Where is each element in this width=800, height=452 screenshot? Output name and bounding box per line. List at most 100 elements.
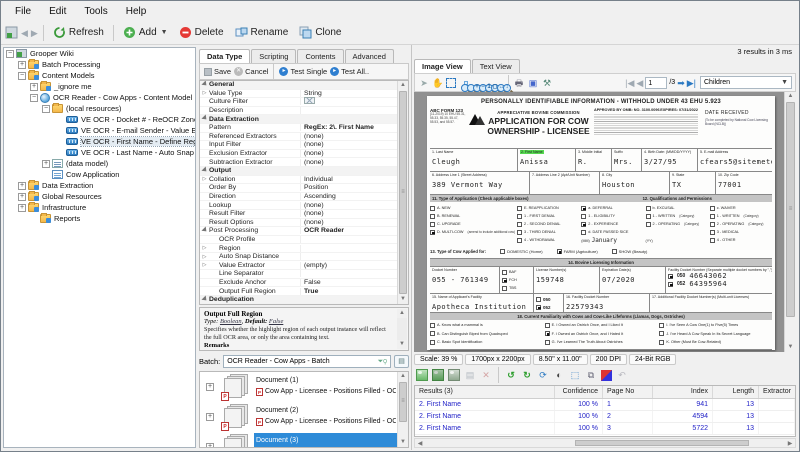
expand-icon[interactable]: + [30,83,38,91]
prop-line-separator[interactable]: Line Separator [200,270,408,279]
refresh-image-icon[interactable]: ⟳ [537,369,549,381]
viewer-scrollbar[interactable]: ▲ ▼ [784,92,796,352]
col-length[interactable]: Length [713,386,759,398]
refresh-button[interactable]: Refresh [49,24,108,41]
save-image-icon[interactable]: ▣ [527,77,539,89]
tree-item-infrastructure[interactable]: +Infrastructure [4,202,195,213]
image-marker-icon[interactable] [448,369,460,381]
expand-icon[interactable]: + [206,383,214,391]
tree-item-reports[interactable]: Reports [4,213,195,224]
first-page-icon[interactable]: |◀ [625,77,634,89]
image-export-icon[interactable] [416,369,428,381]
col-results[interactable]: Results (3) [415,386,555,398]
prop-auto-snap-distance[interactable]: ▷Auto Snap Distance [200,253,408,262]
prop-result-filter[interactable]: Result Filter(none) [200,210,408,219]
expand-icon[interactable]: + [42,160,50,168]
tree-item-cow-application[interactable]: Cow Application [4,169,195,180]
menu-file[interactable]: File [7,3,39,20]
tree-item-global-resources[interactable]: +Global Resources [4,191,195,202]
print-icon[interactable]: 🖶 [513,77,525,89]
property-grid-scrollbar[interactable]: ▲ ▼ [397,81,408,304]
prop-post-processing[interactable]: Post ProcessingOCR Reader [200,227,408,236]
prop-result-options[interactable]: Result Options(none) [200,219,408,228]
prop-referenced-extractors[interactable]: Referenced Extractors(none) [200,133,408,142]
scroll-down-icon[interactable]: ▼ [398,438,408,447]
tab-image-view[interactable]: Image View [414,59,471,74]
cancel-button[interactable]: ✕Cancel [234,67,268,76]
expand-icon[interactable]: + [206,413,214,421]
results-horizontal-scrollbar[interactable]: ◀ ▶ [414,438,796,448]
copy-page-icon[interactable]: ⧉ [585,369,597,381]
prop-ocr-profile[interactable]: OCR Profile [200,236,408,245]
tree-item-content-models[interactable]: −Content Models [4,70,195,81]
nav-back-icon[interactable]: ◀ [21,27,28,39]
result-row-2[interactable]: 2. First Name100 %2459413 [415,411,795,423]
expand-icon[interactable]: + [18,61,26,69]
prop-direction[interactable]: DirectionAscending [200,193,408,202]
prop-description[interactable]: Description [200,107,408,116]
crop-icon[interactable]: ⬚ [569,369,581,381]
scroll-up-icon[interactable]: ▲ [398,372,408,381]
scroll-up-icon[interactable]: ▲ [397,309,407,318]
tab-scripting[interactable]: Scripting [251,49,296,63]
batch-doc-1[interactable]: + P Document (1) PCow App - Licensee - P… [200,372,408,402]
batch-open-button[interactable]: ▤ [394,355,409,368]
tree-item-ve-ocr-last-name[interactable]: VE OCR - Last Name - Auto Snap [4,147,195,158]
test-all-button[interactable]: ▸Test All.. [330,67,369,76]
prop-input-filter[interactable]: Input Filter(none) [200,141,408,150]
clone-button[interactable]: Clone [295,24,345,41]
tab-advanced[interactable]: Advanced [345,49,394,63]
tree-item-local-resources[interactable]: −(local resources) [4,103,195,114]
save-button[interactable]: Save [204,67,231,76]
expand-icon[interactable]: + [206,443,214,448]
tree-item-grooper-wiki[interactable]: −Grooper Wiki [4,48,195,59]
scrollbar-thumb[interactable] [575,440,750,446]
prop-exclude-anchor[interactable]: Exclude AnchorFalse [200,279,408,288]
prop-lookup[interactable]: Lookup(none) [200,201,408,210]
expand-icon[interactable]: + [18,193,26,201]
col-page-no[interactable]: Page No [603,386,653,398]
discard-changes-icon[interactable]: ✕ [480,369,492,381]
pointer-icon[interactable]: ➤ [418,77,430,89]
batch-combobox[interactable]: OCR Reader - Cow Apps - Batch ⏷⚲ [223,355,391,368]
scroll-down-icon[interactable]: ▼ [398,295,408,304]
rename-button[interactable]: Rename [231,24,293,41]
zoom-region-icon[interactable] [458,81,462,85]
scroll-down-icon[interactable]: ▼ [397,340,407,349]
prop-collation[interactable]: ▷CollationIndividual [200,176,408,185]
description-scrollbar[interactable]: ▲ ▼ [397,309,407,349]
prop-value-extractor[interactable]: ▷Value Extractor(empty) [200,261,408,270]
tree-item-ocr-reader-content-model[interactable]: −OCR Reader - Cow Apps - Content Model [4,92,195,103]
image-viewer[interactable]: PERSONALLY IDENTIFIABLE INFORMATION - WI… [414,92,796,352]
expand-icon[interactable]: + [18,182,26,190]
prev-page-icon[interactable]: ◀ [636,77,643,89]
batch-doc-2[interactable]: + P Document (2) PCow App - Licensee - P… [200,402,408,432]
nav-forward-icon[interactable]: ▶ [31,27,38,39]
add-button[interactable]: Add ▼ [119,24,172,41]
tree-item-batch-processing[interactable]: +Batch Processing [4,59,195,70]
scroll-down-icon[interactable]: ▼ [785,343,796,352]
batch-doc-3-selected[interactable]: + P Document (3) PCow App - Licensee - P… [200,432,408,448]
prop-pattern[interactable]: PatternRegEx: 2\. First Name [200,124,408,133]
prop-culture-filter[interactable]: Culture Filter [200,98,408,107]
tab-text-view[interactable]: Text View [472,59,520,73]
tree-item-data-extraction[interactable]: +Data Extraction [4,180,195,191]
category-general[interactable]: General [200,81,408,90]
collapse-icon[interactable]: − [18,72,26,80]
type-link[interactable]: Boolean [220,318,242,325]
scroll-left-icon[interactable]: ◀ [415,440,425,447]
rotate-left-icon[interactable]: ↺ [505,369,517,381]
tab-data-type[interactable]: Data Type [199,49,250,64]
expand-icon[interactable]: + [18,204,26,212]
tree-item-ve-ocr-docket[interactable]: VE OCR - Docket # - ReOCR Zone [4,114,195,125]
tree-item-ignore-me[interactable]: +_ignore me [4,81,195,92]
tree-item-data-model[interactable]: +(data model) [4,158,195,169]
prop-subtraction-extractor[interactable]: Subtraction Extractor(none) [200,158,408,167]
col-index[interactable]: Index [653,386,713,398]
prop-output-full-region[interactable]: Output Full RegionTrue [200,287,408,296]
tree-item-ve-ocr-email-sender[interactable]: VE OCR - E-mail Sender - Value Extractor [4,125,195,136]
prop-order-by[interactable]: Order ByPosition [200,184,408,193]
category-deduplication[interactable]: Deduplication [200,296,408,305]
collapse-icon[interactable]: − [30,94,38,102]
menu-edit[interactable]: Edit [41,3,74,20]
